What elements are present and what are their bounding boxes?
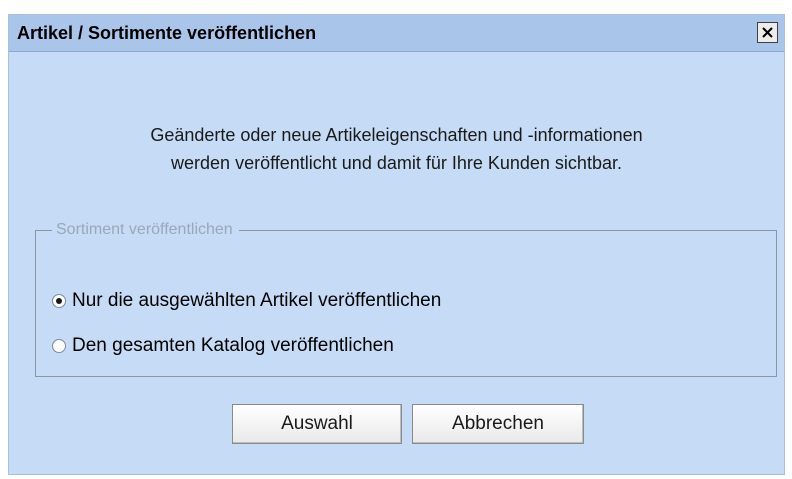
radio-option-selected-items[interactable]: Nur die ausgewählten Artikel veröffentli… <box>52 290 441 312</box>
dialog-title: Artikel / Sortimente veröffentlichen <box>17 23 317 43</box>
publish-dialog: Artikel / Sortimente veröffentlichen Geä… <box>8 14 785 475</box>
close-icon <box>762 27 773 38</box>
radio-label-whole-catalog[interactable]: Den gesamten Katalog veröffentlichen <box>72 335 394 357</box>
close-button[interactable] <box>757 22 778 43</box>
selection-button[interactable]: Auswahl <box>232 404 402 444</box>
dialog-titlebar[interactable]: Artikel / Sortimente veröffentlichen <box>9 15 784 52</box>
radio-label-selected-items[interactable]: Nur die ausgewählten Artikel veröffentli… <box>72 290 441 312</box>
radio-button-whole-catalog[interactable] <box>52 339 66 353</box>
publish-scope-group: Sortiment veröffentlichen Nur die ausgew… <box>35 221 777 377</box>
group-legend: Sortiment veröffentlichen <box>52 221 239 239</box>
cancel-button[interactable]: Abbrechen <box>412 404 584 444</box>
message-line-1: Geänderte oder neue Artikeleigenschaften… <box>150 125 643 145</box>
radio-option-whole-catalog[interactable]: Den gesamten Katalog veröffentlichen <box>52 335 394 357</box>
dialog-message: Geänderte oder neue Artikeleigenschaften… <box>9 121 784 177</box>
radio-button-selected-items[interactable] <box>52 294 66 308</box>
message-line-2: werden veröffentlicht und damit für Ihre… <box>171 153 622 173</box>
